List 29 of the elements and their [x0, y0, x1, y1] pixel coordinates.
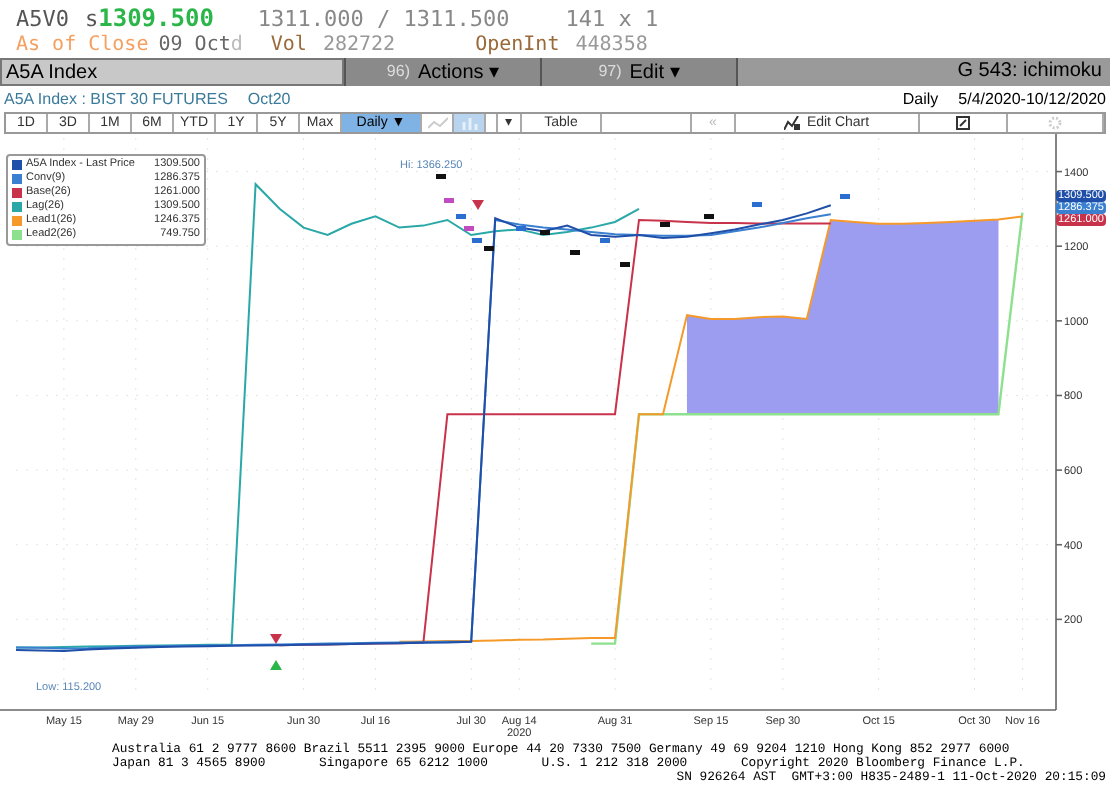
sell-signal-icon — [270, 634, 282, 644]
menu-button[interactable]: 97) Edit ▾ — [540, 58, 736, 86]
close-label: As of Close — [16, 32, 149, 60]
security-field[interactable]: A5A Index — [0, 58, 344, 86]
ticker: A5V0 — [16, 4, 69, 34]
bar-chart-icon — [461, 116, 477, 130]
volume-label: Vol — [270, 32, 307, 60]
buy-signal-icon — [270, 660, 282, 670]
sell-signal-icon — [472, 200, 484, 210]
open-interest-label: OpenInt — [475, 32, 560, 60]
screen-title: G 543: ichimoku — [955, 58, 1104, 86]
trade-size: 141 x 1 — [565, 4, 659, 35]
date-suffix-label: d — [230, 32, 243, 60]
volume-value: 282722 — [322, 32, 396, 60]
bid-ask: 1311.000 / 1311.500 — [257, 4, 510, 34]
close-date: 09 Oct — [158, 32, 231, 60]
chart-title: A5A Index : BIST 30 FUTURES — [4, 87, 228, 111]
settings-icon — [1048, 116, 1062, 130]
frequency-label: Daily — [902, 87, 939, 111]
line-chart-button[interactable] — [422, 114, 454, 132]
chart-edit-icon — [784, 116, 801, 130]
date-range: 5/4/2020-10/12/2020 — [958, 87, 1106, 111]
menu-button[interactable]: 96) Actions ▾ — [344, 58, 540, 86]
contract-label: Oct20 — [247, 87, 291, 111]
bar-chart-button[interactable] — [454, 114, 486, 132]
last-price: s1309.500 — [85, 2, 214, 34]
export-icon — [956, 116, 970, 130]
line-chart-icon — [427, 116, 447, 130]
open-interest-value: 448358 — [575, 32, 648, 60]
